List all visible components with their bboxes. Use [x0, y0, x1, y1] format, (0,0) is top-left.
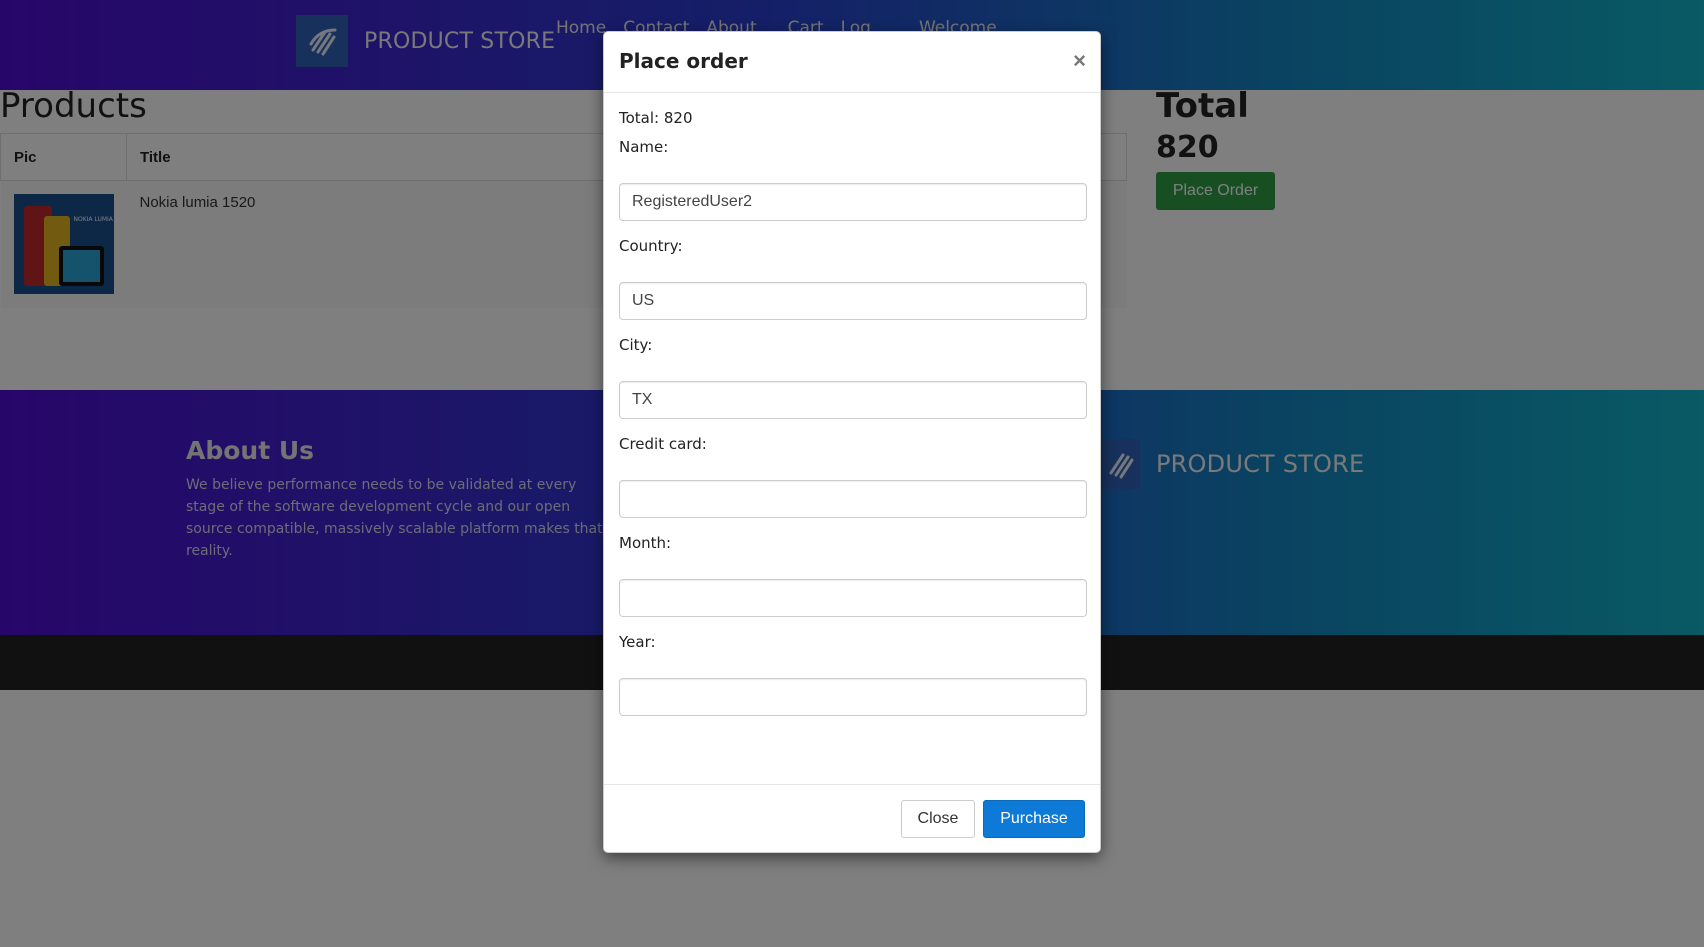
credit-card-label: Credit card:: [619, 435, 707, 453]
place-order-modal: Place order × Total: 820 Name: Country: …: [603, 31, 1101, 853]
month-label: Month:: [619, 534, 672, 552]
close-button[interactable]: Close: [901, 800, 975, 838]
modal-title: Place order: [619, 49, 748, 73]
name-label: Name:: [619, 138, 669, 156]
city-input[interactable]: [619, 381, 1087, 419]
modal-header: Place order ×: [604, 32, 1100, 93]
modal-footer: Close Purchase: [604, 784, 1100, 852]
year-input[interactable]: [619, 678, 1087, 716]
credit-card-input[interactable]: [619, 480, 1087, 518]
year-label: Year:: [619, 633, 656, 651]
month-input[interactable]: [619, 579, 1087, 617]
modal-body: Total: 820 Name: Country: City: Credit c…: [604, 93, 1100, 783]
country-input[interactable]: [619, 282, 1087, 320]
close-icon[interactable]: ×: [1073, 50, 1086, 72]
name-input[interactable]: [619, 183, 1087, 221]
purchase-button[interactable]: Purchase: [983, 800, 1085, 838]
city-label: City:: [619, 336, 653, 354]
order-total-text: Total: 820: [619, 109, 693, 127]
country-label: Country:: [619, 237, 683, 255]
